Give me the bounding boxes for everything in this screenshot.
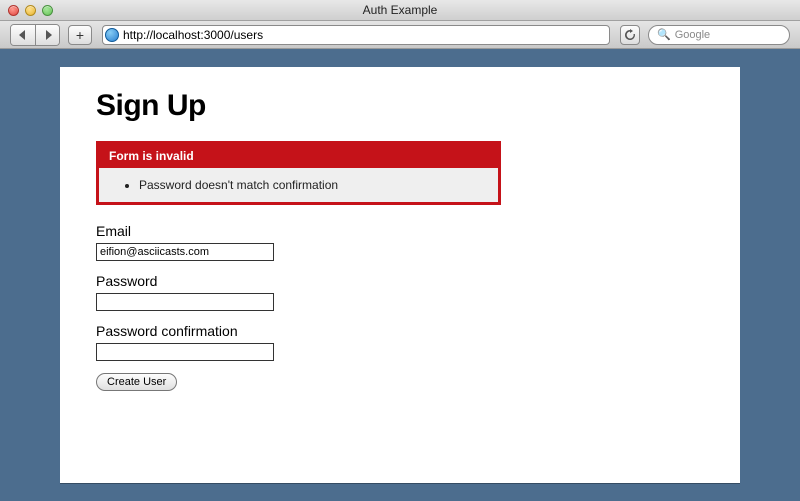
password-confirmation-label: Password confirmation [96, 323, 704, 339]
window-title: Auth Example [0, 3, 800, 17]
nav-buttons-group [10, 24, 60, 46]
back-icon [19, 30, 27, 40]
plus-icon: + [76, 27, 84, 43]
page-heading: Sign Up [96, 89, 704, 123]
reload-button[interactable] [620, 25, 640, 45]
add-bookmark-button[interactable]: + [68, 25, 92, 45]
password-confirmation-input[interactable] [96, 343, 274, 361]
password-input[interactable] [96, 293, 274, 311]
close-window-button[interactable] [8, 5, 19, 16]
traffic-lights [8, 5, 53, 16]
email-input[interactable] [96, 243, 274, 261]
viewport: Sign Up Form is invalid Password doesn't… [0, 49, 800, 501]
search-field[interactable]: 🔍 [648, 25, 790, 45]
minimize-window-button[interactable] [25, 5, 36, 16]
reload-icon [624, 29, 636, 41]
submit-row: Create User [96, 373, 704, 391]
page-content: Sign Up Form is invalid Password doesn't… [60, 67, 740, 483]
error-title: Form is invalid [99, 144, 498, 168]
error-explanation: Form is invalid Password doesn't match c… [96, 141, 501, 205]
error-list: Password doesn't match confirmation [111, 178, 486, 192]
window-titlebar: Auth Example [0, 0, 800, 21]
email-label: Email [96, 223, 704, 239]
password-field-group: Password [96, 273, 704, 311]
error-message: Password doesn't match confirmation [139, 178, 486, 192]
email-field-group: Email [96, 223, 704, 261]
create-user-button[interactable]: Create User [96, 373, 177, 391]
password-label: Password [96, 273, 704, 289]
url-text: http://localhost:3000/users [123, 28, 263, 42]
search-input[interactable] [675, 29, 781, 41]
password-confirmation-field-group: Password confirmation [96, 323, 704, 361]
site-globe-icon [105, 28, 119, 42]
zoom-window-button[interactable] [42, 5, 53, 16]
url-field[interactable]: http://localhost:3000/users [102, 25, 610, 45]
forward-icon [44, 30, 52, 40]
forward-button[interactable] [35, 25, 59, 45]
search-icon: 🔍 [657, 28, 671, 41]
error-body: Password doesn't match confirmation [99, 168, 498, 202]
back-button[interactable] [11, 25, 35, 45]
browser-toolbar: + http://localhost:3000/users 🔍 [0, 21, 800, 49]
